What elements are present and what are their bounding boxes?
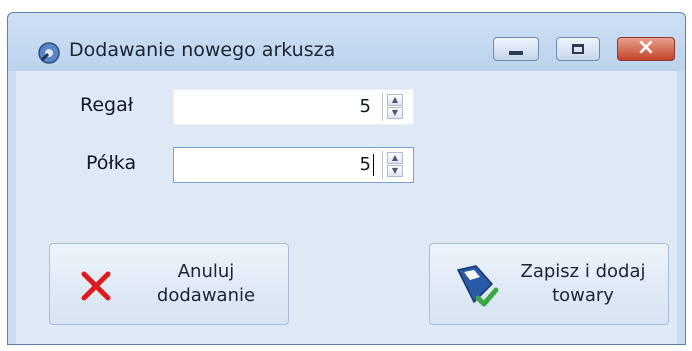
title-bar[interactable]: Dodawanie nowego arkusza × (8, 13, 685, 71)
save-add-items-button[interactable]: Zapisz i dodaj towary (429, 243, 669, 325)
regal-spinner[interactable]: ▲ ▼ (382, 93, 407, 121)
spin-up-icon[interactable]: ▲ (387, 94, 403, 106)
save-label: Zapisz i dodaj towary (520, 261, 646, 306)
cancel-label: Anuluj dodawanie (156, 261, 256, 306)
maximize-icon (572, 44, 584, 54)
polka-label: Półka (86, 152, 137, 174)
polka-input[interactable]: 5 ▲ ▼ (173, 147, 414, 183)
spin-up-icon[interactable]: ▲ (387, 152, 403, 164)
close-icon: × (636, 35, 656, 60)
regal-input[interactable]: 5 ▲ ▼ (173, 89, 414, 125)
x-icon (81, 271, 111, 301)
save-icon (456, 265, 499, 307)
spin-down-icon[interactable]: ▼ (387, 107, 403, 119)
polka-value: 5 (359, 154, 371, 175)
text-caret (373, 154, 374, 176)
maximize-button[interactable] (556, 37, 600, 61)
gear-icon (38, 42, 60, 64)
dialog-window: Dodawanie nowego arkusza × Regał 5 ▲ ▼ P… (7, 12, 686, 345)
minimize-icon (509, 51, 523, 55)
regal-label: Regał (80, 94, 134, 116)
minimize-button[interactable] (493, 37, 539, 61)
regal-value: 5 (359, 96, 371, 117)
close-button[interactable]: × (617, 35, 675, 61)
window-title: Dodawanie nowego arkusza (69, 39, 336, 61)
spin-down-icon[interactable]: ▼ (387, 165, 403, 177)
polka-spinner[interactable]: ▲ ▼ (382, 151, 407, 179)
cancel-add-button[interactable]: Anuluj dodawanie (49, 243, 289, 325)
dialog-content: Regał 5 ▲ ▼ Półka 5 ▲ ▼ Anuluj dodawanie… (16, 71, 677, 344)
